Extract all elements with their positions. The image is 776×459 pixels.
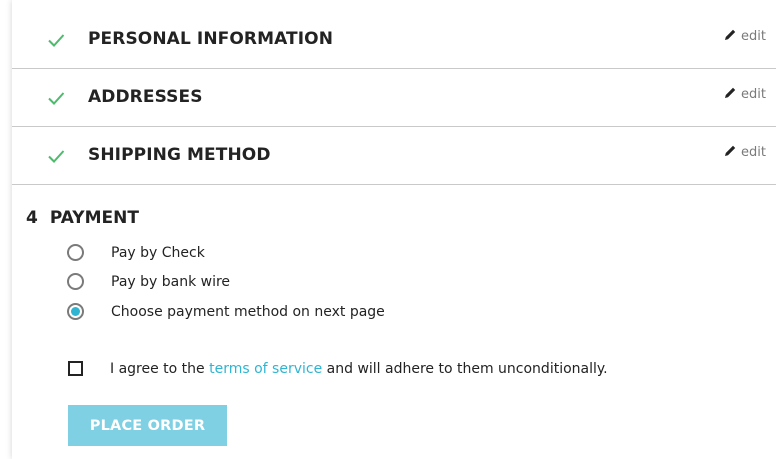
payment-option-label[interactable]: Pay by Check [111,243,205,263]
step-personal-information[interactable]: PERSONAL INFORMATION edit [12,11,776,69]
step-title: PERSONAL INFORMATION [88,29,334,49]
step-addresses[interactable]: ADDRESSES edit [12,69,776,127]
terms-text: I agree to the terms of service and will… [110,359,608,379]
terms-prefix: I agree to the [110,361,210,377]
step-title: SHIPPING METHOD [88,145,271,165]
pencil-icon [725,29,736,40]
terms-checkbox[interactable] [68,361,83,376]
edit-label: edit [741,29,766,44]
payment-step-heading: 4 PAYMENT [26,208,139,228]
radio-button[interactable] [67,244,84,261]
payment-option-label[interactable]: Pay by bank wire [111,272,230,292]
terms-of-service-link[interactable]: terms of service [209,361,322,377]
pencil-icon [725,87,736,98]
edit-link[interactable]: edit [724,127,766,179]
check-icon [48,34,65,47]
edit-link[interactable]: edit [724,11,766,63]
edit-label: edit [741,145,766,160]
terms-suffix: and will adhere to them unconditionally. [322,361,608,377]
step-title: ADDRESSES [88,87,203,107]
pencil-icon [725,145,736,156]
radio-button-selected[interactable] [67,303,84,320]
edit-link[interactable]: edit [724,69,766,121]
check-icon [48,92,65,105]
edit-label: edit [741,87,766,102]
radio-button[interactable] [67,273,84,290]
step-shipping-method[interactable]: SHIPPING METHOD edit [12,127,776,185]
payment-option-label[interactable]: Choose payment method on next page [111,302,385,322]
step-title: PAYMENT [49,208,139,228]
check-icon [48,150,65,163]
step-number: 4 [26,208,38,228]
place-order-button[interactable]: PLACE ORDER [68,405,227,446]
